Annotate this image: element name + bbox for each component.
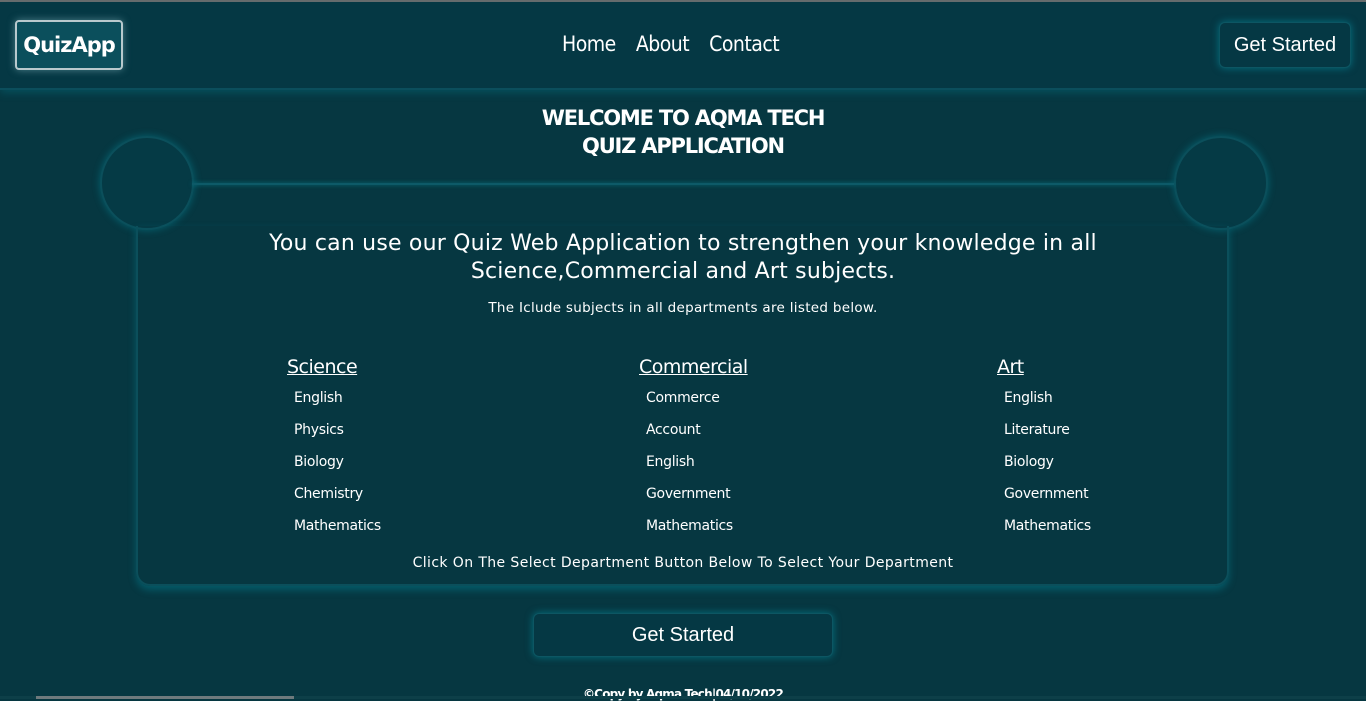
subject-item: Physics <box>294 420 381 452</box>
welcome-title-line2: QUIZ APPLICATION <box>0 132 1366 160</box>
decorative-circle-right <box>1174 136 1268 230</box>
subject-item: Biology <box>294 452 381 484</box>
subject-item: Commerce <box>646 388 748 420</box>
nav-links: Home About Contact <box>562 32 779 62</box>
department-science: Science English Physics Biology Chemistr… <box>287 356 381 548</box>
nav-about-link[interactable]: About <box>636 32 689 62</box>
subject-item: English <box>646 452 748 484</box>
intro-text: You can use our Quiz Web Application to … <box>160 230 1206 286</box>
department-commercial: Commercial Commerce Account English Gove… <box>639 356 748 548</box>
department-title: Science <box>287 356 381 384</box>
subject-list: English Literature Biology Government Ma… <box>1004 388 1091 548</box>
welcome-title-line1: WELCOME TO AQMA TECH <box>0 104 1366 132</box>
department-title: Art <box>997 356 1091 384</box>
department-title: Commercial <box>639 356 748 384</box>
subject-list: English Physics Biology Chemistry Mathem… <box>294 388 381 548</box>
subject-item: Government <box>1004 484 1091 516</box>
subject-item: Mathematics <box>294 516 381 548</box>
select-department-hint: Click On The Select Department Button Be… <box>0 555 1366 571</box>
nav-contact-link[interactable]: Contact <box>709 32 779 62</box>
subject-item: Chemistry <box>294 484 381 516</box>
decorative-circle-left <box>100 136 194 230</box>
subject-item: Literature <box>1004 420 1091 452</box>
decorative-divider <box>192 183 1174 185</box>
app-logo[interactable]: QuizApp <box>15 20 123 70</box>
department-art: Art English Literature Biology Governmen… <box>997 356 1091 548</box>
nav-home-link[interactable]: Home <box>562 32 616 62</box>
subjects-subtitle: The Iclude subjects in all departments a… <box>0 300 1366 316</box>
navbar: QuizApp Home About Contact Get Started <box>0 2 1366 90</box>
subject-item: Mathematics <box>646 516 748 548</box>
subject-item: Mathematics <box>1004 516 1091 548</box>
subject-item: Government <box>646 484 748 516</box>
subject-item: Biology <box>1004 452 1091 484</box>
subject-item: English <box>1004 388 1091 420</box>
subject-list: Commerce Account English Government Math… <box>646 388 748 548</box>
welcome-title: WELCOME TO AQMA TECH QUIZ APPLICATION <box>0 104 1366 160</box>
subject-item: Account <box>646 420 748 452</box>
get-started-button[interactable]: Get Started <box>533 613 833 657</box>
subject-item: English <box>294 388 381 420</box>
nav-get-started-button[interactable]: Get Started <box>1219 22 1351 68</box>
